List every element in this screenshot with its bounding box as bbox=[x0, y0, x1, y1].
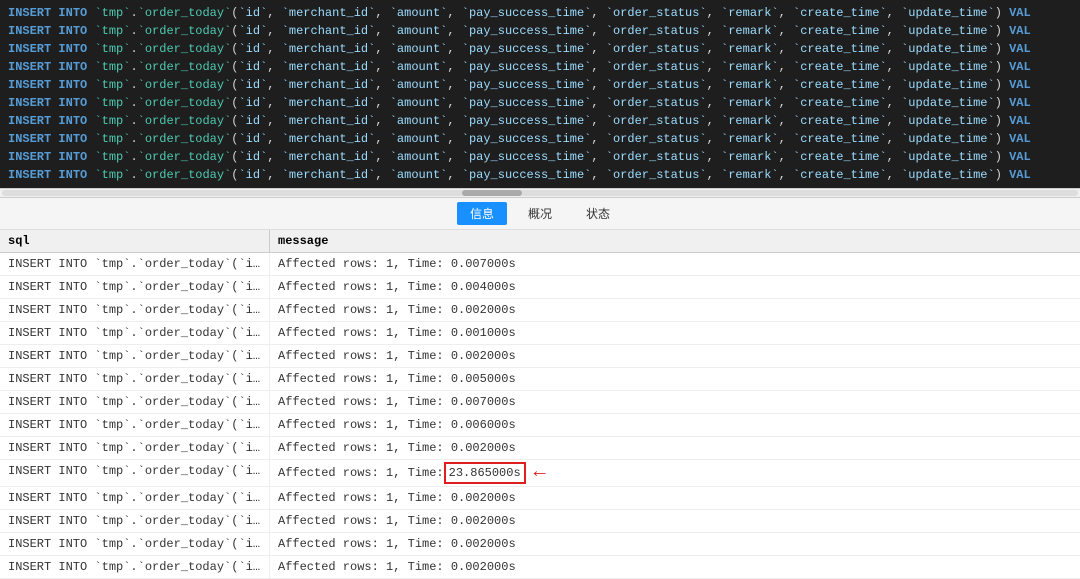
message-cell: Affected rows: 1, Time: 0.006000s bbox=[270, 414, 1080, 436]
red-arrow-icon: ← bbox=[534, 464, 546, 482]
code-line: INSERT INTO `tmp`.`order_today`(`id`, `m… bbox=[8, 148, 1072, 166]
code-line: INSERT INTO `tmp`.`order_today`(`id`, `m… bbox=[8, 58, 1072, 76]
sql-cell: INSERT INTO `tmp`.`order_today`(`id`, `m… bbox=[0, 414, 270, 436]
table-row[interactable]: INSERT INTO `tmp`.`order_today`(`id`, `m… bbox=[0, 487, 1080, 510]
code-line: INSERT INTO `tmp`.`order_today`(`id`, `m… bbox=[8, 40, 1072, 58]
table-row[interactable]: INSERT INTO `tmp`.`order_today`(`id`, `m… bbox=[0, 510, 1080, 533]
message-cell: Affected rows: 1, Time: 0.002000s bbox=[270, 556, 1080, 578]
sql-cell: INSERT INTO `tmp`.`order_today`(`id`, `m… bbox=[0, 368, 270, 390]
results-header: sql message bbox=[0, 230, 1080, 253]
table-row[interactable]: INSERT INTO `tmp`.`order_today`(`id`, `m… bbox=[0, 414, 1080, 437]
code-line: INSERT INTO `tmp`.`order_today`(`id`, `m… bbox=[8, 4, 1072, 22]
table-row[interactable]: INSERT INTO `tmp`.`order_today`(`id`, `m… bbox=[0, 460, 1080, 487]
message-cell: Affected rows: 1, Time: 0.001000s bbox=[270, 322, 1080, 344]
sql-cell: INSERT INTO `tmp`.`order_today`(`id`, `m… bbox=[0, 345, 270, 367]
table-row[interactable]: INSERT INTO `tmp`.`order_today`(`id`, `m… bbox=[0, 533, 1080, 556]
results-area: sql message INSERT INTO `tmp`.`order_tod… bbox=[0, 230, 1080, 579]
sql-cell: INSERT INTO `tmp`.`order_today`(`id`, `m… bbox=[0, 299, 270, 321]
sql-cell: INSERT INTO `tmp`.`order_today`(`id`, `m… bbox=[0, 322, 270, 344]
code-line: INSERT INTO `tmp`.`order_today`(`id`, `m… bbox=[8, 130, 1072, 148]
message-column-header: message bbox=[270, 230, 1080, 252]
message-cell: Affected rows: 1, Time: 0.002000s bbox=[270, 487, 1080, 509]
sql-cell: INSERT INTO `tmp`.`order_today`(`id`, `m… bbox=[0, 437, 270, 459]
message-cell: Affected rows: 1, Time: 0.005000s bbox=[270, 368, 1080, 390]
code-line: INSERT INTO `tmp`.`order_today`(`id`, `m… bbox=[8, 94, 1072, 112]
code-area: INSERT INTO `tmp`.`order_today`(`id`, `m… bbox=[0, 0, 1080, 188]
message-text: Affected rows: 1, Time: bbox=[278, 464, 444, 482]
tab-概况[interactable]: 概况 bbox=[515, 202, 565, 225]
sql-cell: INSERT INTO `tmp`.`order_today`(`id`, `m… bbox=[0, 276, 270, 298]
scrollbar-track[interactable] bbox=[2, 190, 1078, 196]
scrollbar-area[interactable] bbox=[0, 188, 1080, 198]
table-row[interactable]: INSERT INTO `tmp`.`order_today`(`id`, `m… bbox=[0, 322, 1080, 345]
tab-bar: 信息概况状态 bbox=[0, 198, 1080, 230]
scrollbar-thumb[interactable] bbox=[462, 190, 522, 196]
code-line: INSERT INTO `tmp`.`order_today`(`id`, `m… bbox=[8, 22, 1072, 40]
code-line: INSERT INTO `tmp`.`order_today`(`id`, `m… bbox=[8, 112, 1072, 130]
message-cell: Affected rows: 1, Time: 0.007000s bbox=[270, 391, 1080, 413]
message-cell: Affected rows: 1, Time: 0.004000s bbox=[270, 276, 1080, 298]
tab-状态[interactable]: 状态 bbox=[573, 202, 623, 225]
sql-column-header: sql bbox=[0, 230, 270, 252]
table-row[interactable]: INSERT INTO `tmp`.`order_today`(`id`, `m… bbox=[0, 299, 1080, 322]
message-cell: Affected rows: 1, Time: 0.002000s bbox=[270, 533, 1080, 555]
table-row[interactable]: INSERT INTO `tmp`.`order_today`(`id`, `m… bbox=[0, 368, 1080, 391]
sql-cell: INSERT INTO `tmp`.`order_today`(`id`, `m… bbox=[0, 487, 270, 509]
message-cell: Affected rows: 1, Time: 0.002000s bbox=[270, 437, 1080, 459]
table-row[interactable]: INSERT INTO `tmp`.`order_today`(`id`, `m… bbox=[0, 345, 1080, 368]
sql-cell: INSERT INTO `tmp`.`order_today`(`id`, `m… bbox=[0, 556, 270, 578]
results-table: INSERT INTO `tmp`.`order_today`(`id`, `m… bbox=[0, 253, 1080, 579]
sql-cell: INSERT INTO `tmp`.`order_today`(`id`, `m… bbox=[0, 391, 270, 413]
message-cell: Affected rows: 1, Time: 0.007000s bbox=[270, 253, 1080, 275]
table-row[interactable]: INSERT INTO `tmp`.`order_today`(`id`, `m… bbox=[0, 391, 1080, 414]
highlighted-time-value: 23.865000s bbox=[444, 462, 526, 484]
code-line: INSERT INTO `tmp`.`order_today`(`id`, `m… bbox=[8, 166, 1072, 184]
message-cell: Affected rows: 1, Time: 0.002000s bbox=[270, 510, 1080, 532]
message-cell: Affected rows: 1, Time: 0.002000s bbox=[270, 299, 1080, 321]
sql-cell: INSERT INTO `tmp`.`order_today`(`id`, `m… bbox=[0, 253, 270, 275]
tab-信息[interactable]: 信息 bbox=[457, 202, 507, 225]
message-cell: Affected rows: 1, Time: 23.865000s ← bbox=[270, 460, 1080, 486]
message-cell: Affected rows: 1, Time: 0.002000s bbox=[270, 345, 1080, 367]
table-row[interactable]: INSERT INTO `tmp`.`order_today`(`id`, `m… bbox=[0, 556, 1080, 579]
sql-cell: INSERT INTO `tmp`.`order_today`(`id`, `m… bbox=[0, 460, 270, 486]
table-row[interactable]: INSERT INTO `tmp`.`order_today`(`id`, `m… bbox=[0, 437, 1080, 460]
table-row[interactable]: INSERT INTO `tmp`.`order_today`(`id`, `m… bbox=[0, 276, 1080, 299]
table-row[interactable]: INSERT INTO `tmp`.`order_today`(`id`, `m… bbox=[0, 253, 1080, 276]
code-line: INSERT INTO `tmp`.`order_today`(`id`, `m… bbox=[8, 76, 1072, 94]
sql-cell: INSERT INTO `tmp`.`order_today`(`id`, `m… bbox=[0, 533, 270, 555]
sql-cell: INSERT INTO `tmp`.`order_today`(`id`, `m… bbox=[0, 510, 270, 532]
